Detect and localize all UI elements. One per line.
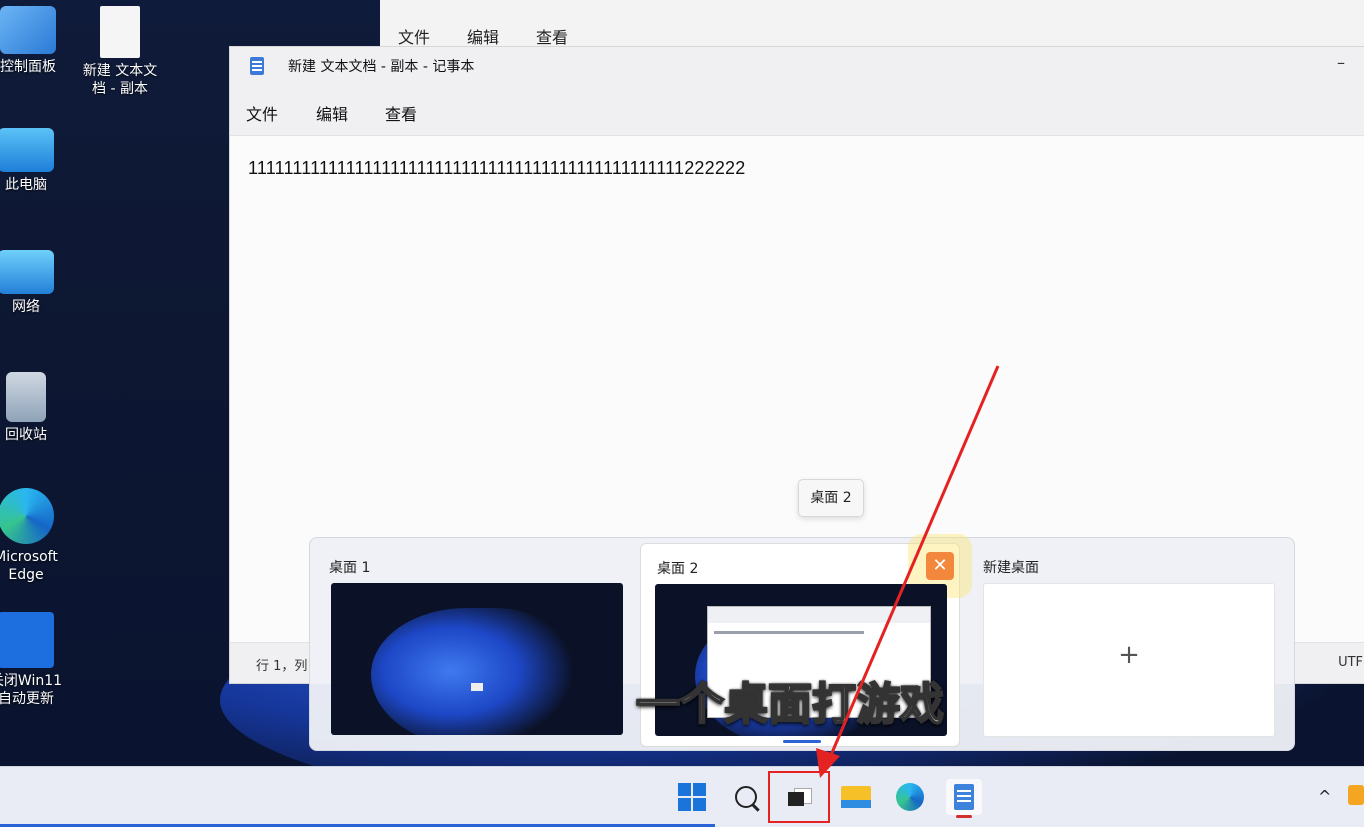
desktop-icon-label: 此电脑 <box>5 177 47 193</box>
encoding: UTF <box>1338 655 1363 670</box>
text-file-icon <box>100 6 140 58</box>
desktop-icon-update-off[interactable]: 关闭Win11自动更新 <box>0 612 74 708</box>
video-caption: 一个桌面打游戏 <box>635 678 945 731</box>
desktop-name: 新建桌面 <box>983 560 1039 576</box>
desktop-icon-this-pc[interactable]: 此电脑 <box>0 128 74 194</box>
desktop-name: 桌面 1 <box>329 560 371 576</box>
start-button[interactable] <box>674 779 710 815</box>
tray-app-icon[interactable] <box>1348 785 1364 805</box>
notepad-icon <box>954 784 974 810</box>
cursor-position: 行 1，列 <box>256 659 308 674</box>
desktop-icon-label: 网络 <box>12 299 40 315</box>
editor-content: 1111111111111111111111111111111111111111… <box>248 158 746 178</box>
file-explorer-button[interactable] <box>838 779 874 815</box>
desktop-name: 桌面 2 <box>657 561 699 577</box>
search-button[interactable] <box>728 779 764 815</box>
taskbar: ^ <box>0 766 1364 827</box>
menu-edit[interactable]: 编辑 <box>316 101 348 125</box>
file-explorer-icon <box>841 786 871 808</box>
menu-view[interactable]: 查看 <box>536 24 568 48</box>
notepad-taskbar-button[interactable] <box>946 779 982 818</box>
notepad-icon <box>250 57 264 75</box>
desktop-icon-edge[interactable]: Microsoft Edge <box>0 488 74 584</box>
edge-button[interactable] <box>892 779 928 815</box>
thumbnail-detail <box>471 683 483 691</box>
desktop-card-1[interactable]: 桌面 1 <box>313 543 631 745</box>
background-window[interactable]: 文件 编辑 查看 <box>380 0 1364 48</box>
desktop-icon-text-file[interactable]: 新建 文本文档 - 副本 <box>72 6 168 98</box>
recycle-bin-icon <box>6 372 46 422</box>
desktop-icon-control-panel[interactable]: 控制面板 <box>0 6 76 76</box>
close-desktop-button[interactable]: ✕ <box>926 552 954 580</box>
menu-file[interactable]: 文件 <box>246 101 278 125</box>
new-desktop-button[interactable]: + <box>983 583 1275 737</box>
desktop: 控制面板 新建 文本文档 - 副本 此电脑 网络 回收站 Microsoft E… <box>0 0 1364 766</box>
menu-bar: 文件 编辑 查看 <box>230 85 1364 136</box>
desktop-icon-label: Microsoft Edge <box>0 549 58 583</box>
desktop-icon-label: 回收站 <box>5 427 47 443</box>
desktop-thumbnail[interactable] <box>331 583 623 735</box>
annotation-highlight-box <box>768 771 830 823</box>
desktop-tooltip: 桌面 2 <box>798 479 864 517</box>
network-icon <box>0 250 54 294</box>
new-desktop-card[interactable]: 新建桌面 + <box>967 543 1285 745</box>
wallpaper-thumbnail <box>371 608 571 735</box>
desktop-icon-label: 关闭Win11自动更新 <box>0 673 63 707</box>
desktop-icon-recycle-bin[interactable]: 回收站 <box>0 372 74 444</box>
scroll-indicator <box>783 740 821 743</box>
desktop-icon-label: 控制面板 <box>0 59 56 75</box>
menu-edit[interactable]: 编辑 <box>467 24 499 48</box>
edge-icon <box>896 783 924 811</box>
window-title: 新建 文本文档 - 副本 - 记事本 <box>288 59 475 75</box>
start-icon <box>678 783 706 811</box>
update-off-icon <box>0 612 54 668</box>
menu-view[interactable]: 查看 <box>385 101 417 125</box>
search-icon <box>735 786 757 808</box>
title-bar[interactable]: 新建 文本文档 - 副本 - 记事本 – <box>230 47 1364 85</box>
tray-chevron-icon[interactable]: ^ <box>1318 787 1331 806</box>
menu-file[interactable]: 文件 <box>398 24 430 48</box>
desktop-icon-label: 新建 文本文档 - 副本 <box>82 63 158 97</box>
desktop-icon-network[interactable]: 网络 <box>0 250 74 316</box>
this-pc-icon <box>0 128 54 172</box>
control-panel-icon <box>0 6 56 54</box>
plus-icon: + <box>1118 640 1140 670</box>
edge-icon <box>0 488 54 544</box>
minimize-button[interactable]: – <box>1331 53 1351 73</box>
